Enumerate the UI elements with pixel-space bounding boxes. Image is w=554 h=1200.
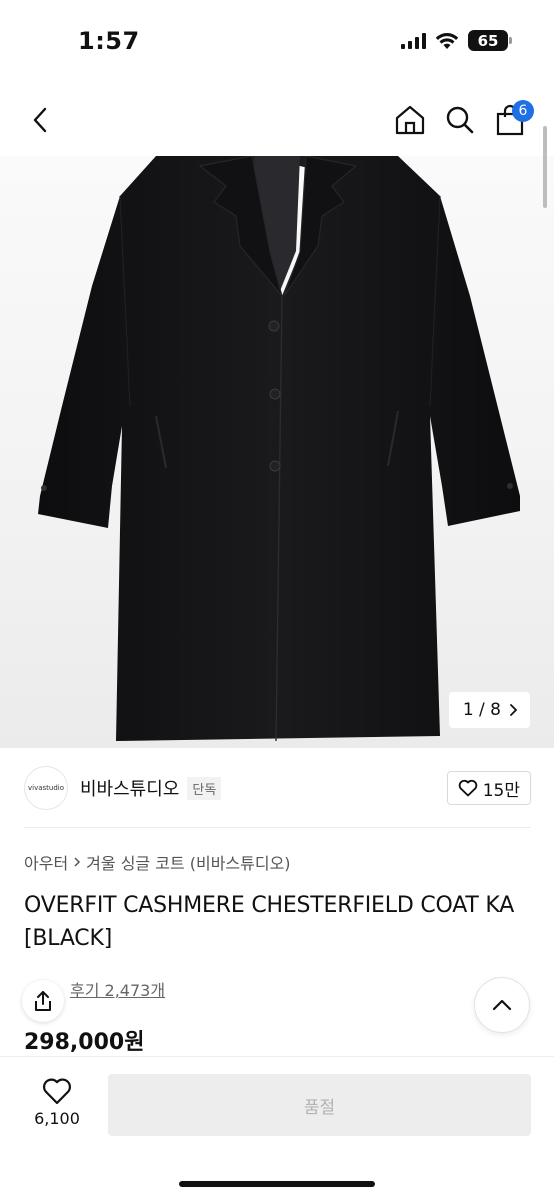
status-bar: 1:57 65	[0, 0, 554, 84]
heart-icon	[43, 1078, 71, 1105]
divider	[24, 827, 531, 828]
bottom-action-bar: 6,100 품절	[0, 1056, 554, 1200]
chevron-right-icon	[74, 857, 81, 867]
gallery-counter[interactable]: 1 / 8	[448, 692, 530, 728]
search-button[interactable]	[438, 96, 482, 144]
breadcrumb-subcategory[interactable]: 겨울 싱글 코트 (비바스튜디오)	[86, 850, 290, 874]
chevron-left-icon	[33, 107, 47, 133]
top-nav: 6	[0, 96, 554, 146]
wishlist-count: 6,100	[34, 1109, 80, 1128]
home-button[interactable]	[388, 96, 432, 144]
product-title: OVERFIT CASHMERE CHESTERFIELD COAT KA [B…	[24, 893, 515, 951]
share-button[interactable]	[22, 980, 64, 1022]
share-icon	[35, 991, 51, 1011]
search-icon	[446, 106, 474, 134]
back-button[interactable]	[18, 96, 62, 144]
cart-count-badge: 6	[512, 100, 534, 122]
review-count-link[interactable]: 후기 2,473개	[70, 977, 165, 1001]
brand-name[interactable]: 비바스튜디오	[80, 775, 179, 801]
heart-icon	[458, 779, 477, 797]
brand-logo[interactable]: vivastudio	[24, 766, 68, 810]
status-icons: 65	[401, 30, 512, 51]
brand-like-button[interactable]: 15만	[446, 771, 531, 805]
exclusive-badge: 단독	[187, 776, 222, 800]
chevron-up-icon	[492, 999, 512, 1011]
soldout-button[interactable]: 품절	[108, 1074, 531, 1136]
home-icon	[395, 105, 425, 135]
home-indicator[interactable]	[179, 1181, 375, 1187]
brand-row[interactable]: vivastudio 비바스튜디오 단독 15만	[24, 764, 531, 812]
product-price: 298,000원	[24, 1030, 145, 1055]
wifi-icon	[435, 32, 459, 49]
battery-icon: 65	[468, 30, 512, 51]
status-time: 1:57	[78, 27, 140, 55]
cart-button[interactable]: 6	[488, 96, 534, 144]
scrollbar[interactable]	[543, 126, 547, 208]
brand-like-count: 15만	[482, 780, 520, 801]
breadcrumb: 아우터 겨울 싱글 코트 (비바스튜디오)	[24, 850, 291, 874]
scroll-top-button[interactable]	[474, 977, 530, 1033]
coat-image	[38, 156, 520, 742]
chevron-right-icon	[510, 704, 518, 716]
gallery-counter-label: 1 / 8	[462, 700, 501, 720]
product-image[interactable]	[0, 156, 554, 748]
breadcrumb-category[interactable]: 아우터	[24, 850, 68, 874]
wishlist-button[interactable]: 6,100	[30, 1077, 84, 1128]
cellular-signal-icon	[401, 32, 426, 49]
